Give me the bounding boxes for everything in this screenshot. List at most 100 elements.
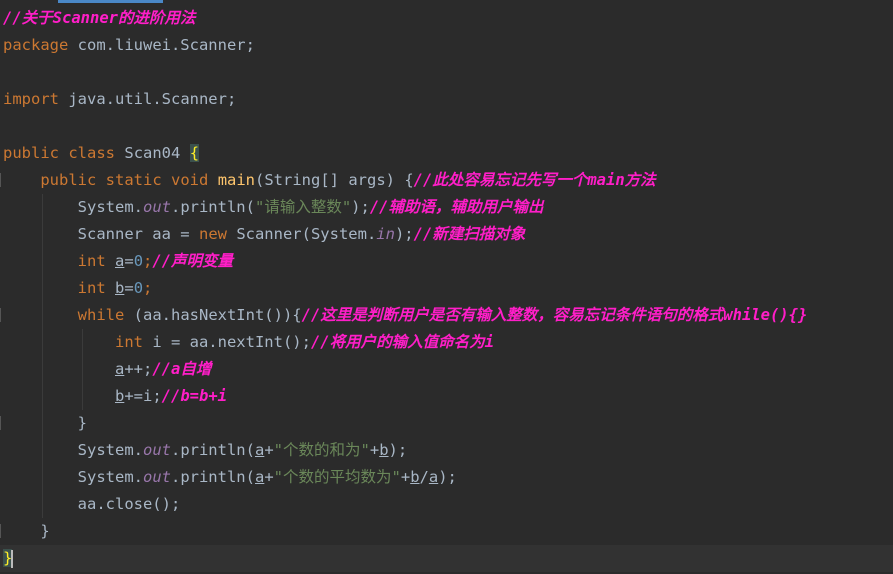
keyword: import: [3, 90, 59, 108]
static-field: out: [142, 468, 171, 486]
code-line[interactable]: b+=i;//b=b+i: [0, 383, 893, 410]
variable: a: [254, 468, 265, 486]
comment: //新建扫描对象: [413, 225, 526, 243]
statement: i = aa.nextInt();: [142, 333, 311, 351]
variable: a: [114, 360, 125, 378]
keyword: new: [198, 225, 227, 243]
method-call: .println(: [170, 468, 255, 486]
code-editor[interactable]: //关于Scanner的进阶用法 package com.liuwei.Scan…: [0, 5, 893, 572]
comment: //辅助语，辅助用户输出: [369, 198, 544, 216]
code-line[interactable]: aa.close();: [0, 491, 893, 518]
operator: +: [369, 441, 380, 459]
keyword: static: [105, 171, 162, 189]
active-tab-indicator: [58, 0, 163, 3]
variable: a: [254, 441, 265, 459]
method-call: .println(: [170, 441, 255, 459]
indent-guide: [82, 383, 83, 410]
punct: );: [394, 225, 414, 243]
params: (String[] args) {: [255, 171, 414, 189]
code-line[interactable]: int a=0;//声明变量: [0, 248, 893, 275]
indent-guide: [42, 491, 43, 518]
indent-guide: [42, 302, 43, 329]
indent-guide: [82, 356, 83, 383]
variable: b: [379, 441, 389, 459]
code-line[interactable]: System.out.println("请输入整数");//辅助语，辅助用户输出: [0, 194, 893, 221]
keyword: while: [77, 306, 125, 324]
variable: a: [428, 468, 439, 486]
number-literal: 0: [133, 279, 144, 297]
class-ref: System.: [77, 441, 143, 459]
fold-marker[interactable]: [0, 173, 1, 187]
code-line-empty[interactable]: [0, 59, 893, 86]
code-line[interactable]: public static void main(String[] args) {…: [0, 167, 893, 194]
variable: a: [115, 252, 125, 270]
indent-guide: [42, 356, 43, 383]
code-line[interactable]: }: [0, 518, 893, 545]
code-line[interactable]: while (aa.hasNextInt()){//这里是判断用户是否有输入整数…: [0, 302, 893, 329]
comment: //a自增: [152, 360, 212, 378]
keyword: class: [68, 144, 116, 162]
keyword: public: [3, 144, 59, 162]
indent-guide: [42, 329, 43, 356]
code-line[interactable]: System.out.println(a+"个数的平均数为"+b/a);: [0, 464, 893, 491]
indent-guide: [42, 248, 43, 275]
indent-guide: [82, 329, 83, 356]
comment: //将用户的输入值命名为i: [310, 333, 494, 351]
closing-brace: }: [40, 522, 50, 540]
keyword: int: [77, 252, 106, 270]
method-call: .println(: [170, 198, 255, 216]
comment: //这里是判断用户是否有输入整数，容易忘记条件语句的格式while(){}: [301, 306, 808, 324]
string-literal: "个数的平均数为": [273, 468, 401, 486]
operator: /: [419, 468, 429, 486]
code-line[interactable]: System.out.println(a+"个数的和为"+b);: [0, 437, 893, 464]
import-path: java.util.Scanner;: [59, 90, 237, 108]
indent-guide: [42, 464, 43, 491]
code-line[interactable]: int i = aa.nextInt();//将用户的输入值命名为i: [0, 329, 893, 356]
comment: //此处容易忘记先写一个main方法: [413, 171, 656, 189]
comment: //b=b+i: [161, 387, 227, 405]
punct: );: [438, 468, 457, 486]
class-name: Scan04: [124, 144, 181, 162]
fold-marker[interactable]: [0, 416, 1, 430]
string-literal: "请输入整数": [254, 198, 352, 216]
code-line-empty[interactable]: [0, 113, 893, 140]
punct: ;: [143, 252, 153, 270]
package-path: com.liuwei.Scanner;: [68, 36, 255, 54]
operator: +: [264, 441, 274, 459]
declaration: Scanner aa =: [77, 225, 199, 243]
string-literal: "个数的和为": [273, 441, 370, 459]
code-line[interactable]: Scanner aa = new Scanner(System.in);//新建…: [0, 221, 893, 248]
statement: ++;: [124, 360, 153, 378]
constructor-call: Scanner(System.: [226, 225, 377, 243]
method-name: main: [217, 171, 256, 189]
keyword: int: [77, 279, 106, 297]
class-ref: System.: [77, 198, 143, 216]
condition: (aa.hasNextInt()){: [124, 306, 302, 324]
indent-guide: [42, 194, 43, 221]
variable: b: [115, 279, 125, 297]
operator: +: [400, 468, 411, 486]
comment: //声明变量: [152, 252, 234, 270]
fold-marker[interactable]: [0, 524, 1, 538]
variable: b: [114, 387, 125, 405]
code-line[interactable]: import java.util.Scanner;: [0, 86, 893, 113]
text-caret: [11, 549, 14, 568]
code-line[interactable]: //关于Scanner的进阶用法: [0, 5, 893, 32]
code-line[interactable]: int b=0;: [0, 275, 893, 302]
code-line[interactable]: package com.liuwei.Scanner;: [0, 32, 893, 59]
static-field: in: [376, 225, 395, 243]
code-line[interactable]: a++;//a自增: [0, 356, 893, 383]
code-line[interactable]: public class Scan04 {: [0, 140, 893, 167]
fold-marker[interactable]: [0, 308, 1, 322]
indent-guide: [42, 437, 43, 464]
comment: //关于Scanner的进阶用法: [3, 9, 196, 27]
code-line[interactable]: }: [0, 410, 893, 437]
statement: aa.close();: [77, 495, 181, 513]
static-field: out: [142, 441, 171, 459]
operator: =: [124, 279, 134, 297]
keyword: public: [40, 171, 97, 189]
keyword: void: [171, 171, 209, 189]
static-field: out: [142, 198, 171, 216]
operator: +: [264, 468, 274, 486]
code-line-current[interactable]: }: [0, 545, 893, 572]
